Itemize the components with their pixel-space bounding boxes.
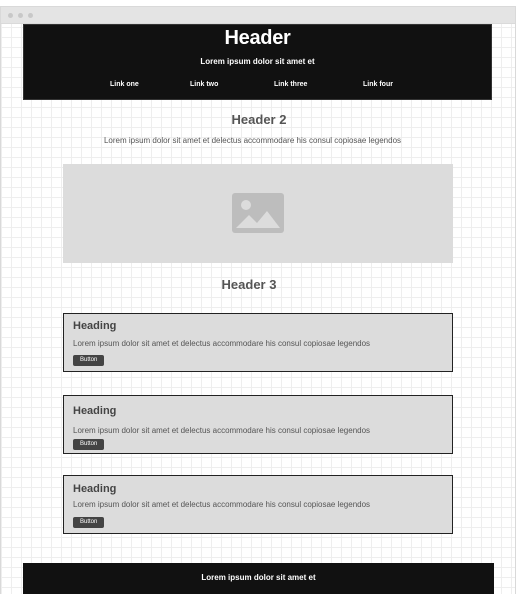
card-button[interactable]: Button xyxy=(73,439,105,450)
card: Heading Lorem ipsum dolor sit amet et de… xyxy=(63,313,453,372)
site-footer: Lorem ipsum dolor sit amet et xyxy=(23,563,494,594)
section-3-heading: Header 3 xyxy=(221,277,277,292)
card-text: Lorem ipsum dolor sit amet et delectus a… xyxy=(73,426,371,435)
card-button[interactable]: Button xyxy=(73,517,105,528)
nav-link-one[interactable]: Link one xyxy=(110,81,139,88)
window-dot-icon xyxy=(8,13,13,18)
image-placeholder-icon xyxy=(232,193,284,233)
card-text: Lorem ipsum dolor sit amet et delectus a… xyxy=(73,339,371,348)
browser-window: Header Lorem ipsum dolor sit amet et Lin… xyxy=(0,6,516,594)
window-dot-icon xyxy=(28,13,33,18)
card: Heading Lorem ipsum dolor sit amet et de… xyxy=(63,475,453,534)
hero-image-placeholder xyxy=(63,164,453,263)
footer-text: Lorem ipsum dolor sit amet et xyxy=(201,573,316,582)
window-dot-icon xyxy=(18,13,23,18)
card-heading: Heading xyxy=(73,483,117,495)
nav-link-three[interactable]: Link three xyxy=(274,81,307,88)
header-tagline: Lorem ipsum dolor sit amet et xyxy=(200,57,315,66)
section-2-text: Lorem ipsum dolor sit amet et delectus a… xyxy=(103,136,402,145)
page-title: Header xyxy=(224,27,291,49)
card-text: Lorem ipsum dolor sit amet et delectus a… xyxy=(73,500,371,509)
window-titlebar xyxy=(1,7,515,24)
nav-link-four[interactable]: Link four xyxy=(363,81,393,88)
card: Heading Lorem ipsum dolor sit amet et de… xyxy=(63,395,453,454)
card-heading: Heading xyxy=(73,320,117,332)
site-header: Header Lorem ipsum dolor sit amet et Lin… xyxy=(23,24,492,100)
nav-link-two[interactable]: Link two xyxy=(190,81,218,88)
section-2-heading: Header 2 xyxy=(231,112,287,127)
card-heading: Heading xyxy=(73,405,117,417)
card-button[interactable]: Button xyxy=(73,355,105,366)
